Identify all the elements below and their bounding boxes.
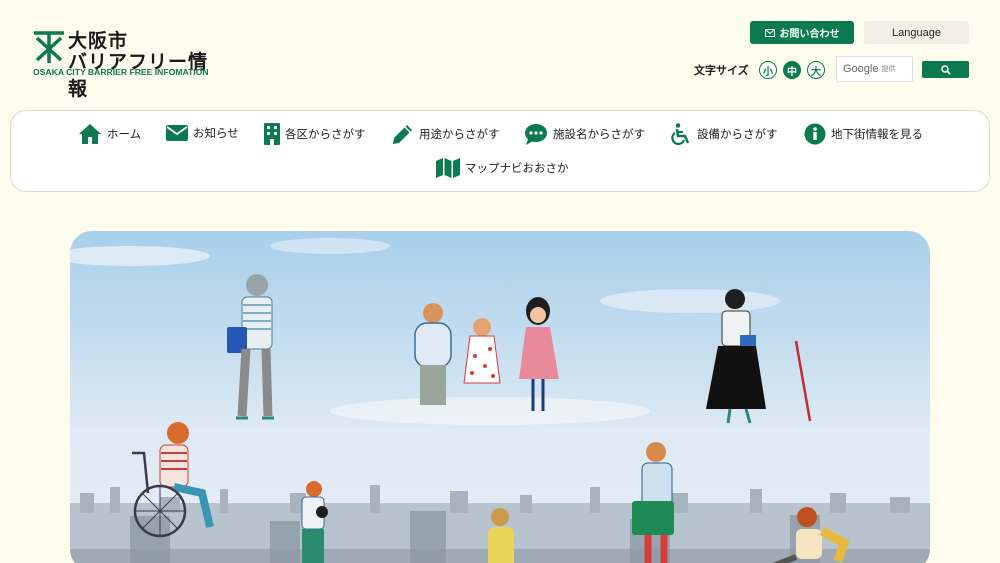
nav-item-news[interactable]: お知らせ [166,124,239,142]
hero-illustration [70,238,930,563]
wheelchair-icon [671,123,690,145]
nav-item-facility-search[interactable]: 施設名からさがす [524,123,645,145]
map-icon [436,158,460,178]
nav-item-home[interactable]: ホーム [78,123,141,145]
speech-bubble-icon [525,124,547,145]
nav-item-map-navi[interactable]: マップナビおおさか [436,158,569,178]
font-size-label: 文字サイズ [694,64,749,77]
osaka-city-emblem-icon [34,31,64,63]
nav-item-label: 各区からさがす [285,127,366,141]
mail-icon [166,125,188,141]
logo-subtitle: OSAKA CITY BARRIER FREE INFOMATION [33,67,209,77]
search-brand: Google [843,63,879,75]
search-button[interactable] [922,61,969,78]
contact-button[interactable]: お問い合わせ [750,21,854,44]
pencil-icon [393,125,412,144]
site-logo[interactable]: 大阪市 バリアフリー情報 OSAKA CITY BARRIER FREE INF… [32,26,222,100]
nav-item-purpose-search[interactable]: 用途からさがす [392,123,500,145]
building-icon [264,123,280,145]
search-input[interactable]: Google 提供 [836,56,913,82]
search-icon [940,64,951,75]
language-button[interactable]: Language [864,21,969,44]
nav-item-label: 設備からさがす [697,127,778,141]
font-size-large-button[interactable]: 大 [807,61,825,79]
font-size-medium-button[interactable]: 中 [783,61,801,79]
global-navigation: ホーム お知らせ 各区からさがす 用途からさがす 施設名からさがす 設備からさが… [10,110,990,192]
nav-item-label: マップナビおおさか [465,161,569,175]
home-icon [79,124,101,144]
illustration-person-man-with-bag [227,274,274,420]
contact-button-label: お問い合わせ [779,29,840,40]
nav-item-underground-info[interactable]: 地下街情報を見る [804,123,923,145]
language-button-label: Language [892,26,941,39]
info-icon [804,123,826,145]
illustration-people-family [414,297,559,411]
envelope-icon [764,28,775,37]
font-size-small-button[interactable]: 小 [759,61,777,79]
nav-item-label: 地下街情報を見る [831,127,923,141]
hero-image [70,231,930,563]
nav-item-equipment-search[interactable]: 設備からさがす [670,123,778,145]
nav-item-label: お知らせ [193,126,239,140]
nav-item-label: 施設名からさがす [553,127,645,141]
nav-item-label: ホーム [107,127,142,141]
search-brand-suffix: 提供 [881,65,896,73]
nav-item-label: 用途からさがす [419,127,500,141]
nav-item-ward-search[interactable]: 各区からさがす [264,123,366,145]
